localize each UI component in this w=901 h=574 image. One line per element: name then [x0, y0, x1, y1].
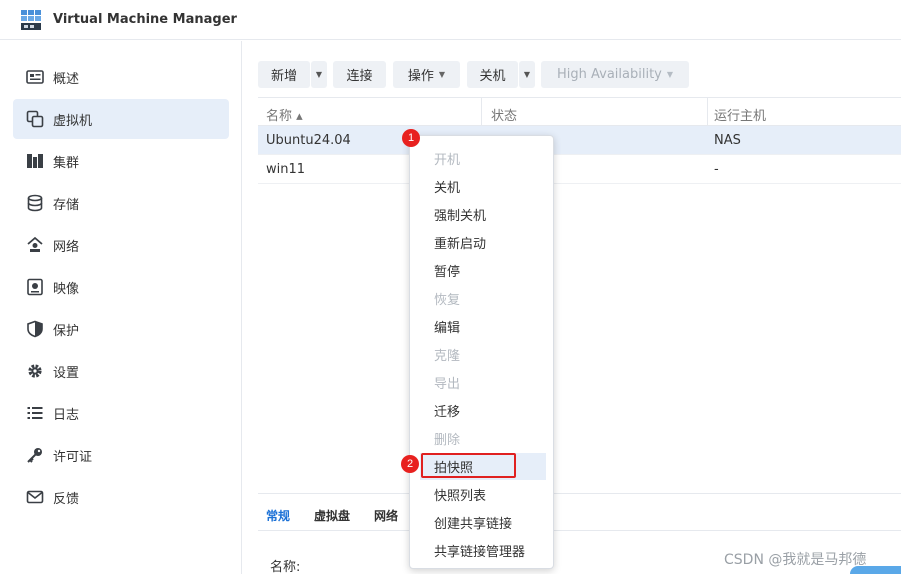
connect-button-label: 连接 [346, 69, 373, 84]
sidebar-item-virtual-machine[interactable]: 虚拟机 [13, 99, 229, 139]
vm-icon [26, 110, 44, 128]
log-icon [26, 404, 44, 422]
sidebar-item-protection[interactable]: 保护 [13, 309, 229, 349]
table-row[interactable]: Ubuntu24.04 NAS [258, 126, 901, 155]
sidebar-item-network[interactable]: 网络 [13, 225, 229, 265]
vm-name: win11 [266, 162, 306, 177]
network-icon [26, 236, 44, 254]
tab-virtual-disk[interactable]: 虚拟盘 [314, 507, 350, 524]
sidebar-item-storage[interactable]: 存储 [13, 183, 229, 223]
menu-item-resume[interactable]: 恢复 [420, 285, 546, 312]
sidebar: 概述 虚拟机 集群 存储 网络 映像 保护 设置 日志 许可证 反馈 [0, 41, 242, 574]
sidebar-item-label: 设置 [53, 365, 80, 381]
menu-item-force-shutdown[interactable]: 强制关机 [420, 201, 546, 228]
sidebar-item-label: 日志 [53, 407, 80, 423]
menu-item-power-on[interactable]: 开机 [420, 145, 546, 172]
menu-item-shutdown[interactable]: 关机 [420, 173, 546, 200]
tab-network[interactable]: 网络 [374, 507, 398, 524]
gear-icon [26, 362, 44, 380]
column-header-host[interactable]: 运行主机 [714, 105, 766, 124]
app-title: Virtual Machine Manager [53, 12, 237, 27]
chevron-down-icon: ▼ [666, 70, 674, 79]
high-availability-button[interactable]: High Availability ▼ [541, 61, 689, 88]
sidebar-item-label: 虚拟机 [53, 113, 93, 129]
highlight-box [421, 453, 516, 478]
image-icon [26, 278, 44, 296]
vm-host: NAS [714, 133, 741, 148]
sidebar-item-label: 存储 [53, 197, 80, 213]
menu-item-snapshot-list[interactable]: 快照列表 [420, 481, 546, 508]
menu-item-pause[interactable]: 暂停 [420, 257, 546, 284]
column-header-status[interactable]: 状态 [491, 105, 517, 124]
menu-item-edit[interactable]: 编辑 [420, 313, 546, 340]
shutdown-button-label: 关机 [479, 69, 506, 84]
sidebar-item-settings[interactable]: 设置 [13, 351, 229, 391]
title-bar: Virtual Machine Manager [0, 0, 901, 40]
sidebar-item-image[interactable]: 映像 [13, 267, 229, 307]
action-button[interactable]: 操作 ▼ [393, 61, 460, 88]
chevron-down-icon: ▼ [315, 70, 323, 79]
context-menu: 开机 关机 强制关机 重新启动 暂停 恢复 编辑 克隆 导出 迁移 删除 拍快照… [409, 135, 554, 569]
step-marker-1: 1 [402, 129, 420, 147]
sidebar-item-label: 集群 [53, 155, 80, 171]
column-divider [707, 98, 708, 126]
menu-item-clone[interactable]: 克隆 [420, 341, 546, 368]
vm-host: - [714, 162, 719, 177]
sidebar-item-log[interactable]: 日志 [13, 393, 229, 433]
sidebar-item-label: 映像 [53, 281, 80, 297]
sidebar-item-license[interactable]: 许可证 [13, 435, 229, 475]
sidebar-item-overview[interactable]: 概述 [13, 57, 229, 97]
tab-divider [258, 530, 901, 531]
menu-item-delete[interactable]: 删除 [420, 425, 546, 452]
storage-icon [26, 194, 44, 212]
cluster-icon [26, 152, 44, 170]
chevron-down-icon: ▼ [438, 70, 446, 79]
column-header-name[interactable]: 名称 ▴ [266, 105, 303, 124]
menu-item-migrate[interactable]: 迁移 [420, 397, 546, 424]
sidebar-item-feedback[interactable]: 反馈 [13, 477, 229, 517]
connect-button[interactable]: 连接 [333, 61, 386, 88]
high-availability-label: High Availability [556, 67, 662, 82]
shutdown-button[interactable]: 关机 [467, 61, 518, 88]
new-button-label: 新增 [270, 69, 297, 84]
sidebar-item-label: 概述 [53, 71, 80, 87]
name-field-label: 名称: [270, 560, 301, 574]
sidebar-item-label: 许可证 [53, 449, 93, 465]
chevron-down-icon: ▼ [523, 70, 531, 79]
table-row[interactable]: win11 - [258, 155, 901, 184]
sidebar-item-label: 反馈 [53, 491, 80, 507]
shield-icon [26, 320, 44, 338]
vm-table: 名称 ▴ 状态 运行主机 Ubuntu24.04 NAS win11 - [258, 97, 901, 492]
watermark: CSDN @我就是马邦德 [724, 552, 867, 568]
menu-item-create-share-link[interactable]: 创建共享链接 [420, 509, 546, 536]
sidebar-item-label: 网络 [53, 239, 80, 255]
app-logo-icon [21, 10, 41, 30]
shutdown-dropdown-arrow[interactable]: ▼ [519, 61, 535, 88]
new-dropdown-arrow[interactable]: ▼ [311, 61, 327, 88]
table-header: 名称 ▴ 状态 运行主机 [258, 97, 901, 126]
new-button[interactable]: 新增 [258, 61, 310, 88]
sidebar-item-cluster[interactable]: 集群 [13, 141, 229, 181]
column-divider [481, 98, 482, 126]
step-marker-2: 2 [401, 455, 419, 473]
key-icon [26, 446, 44, 464]
menu-item-restart[interactable]: 重新启动 [420, 229, 546, 256]
action-button-label: 操作 [407, 69, 434, 84]
corner-decoration [850, 566, 901, 574]
tab-general[interactable]: 常规 [266, 507, 290, 524]
vm-name: Ubuntu24.04 [266, 133, 351, 148]
sidebar-item-label: 保护 [53, 323, 80, 339]
mail-icon [26, 488, 44, 506]
overview-icon [26, 68, 44, 86]
menu-item-share-link-manager[interactable]: 共享链接管理器 [420, 537, 546, 564]
menu-item-export[interactable]: 导出 [420, 369, 546, 396]
